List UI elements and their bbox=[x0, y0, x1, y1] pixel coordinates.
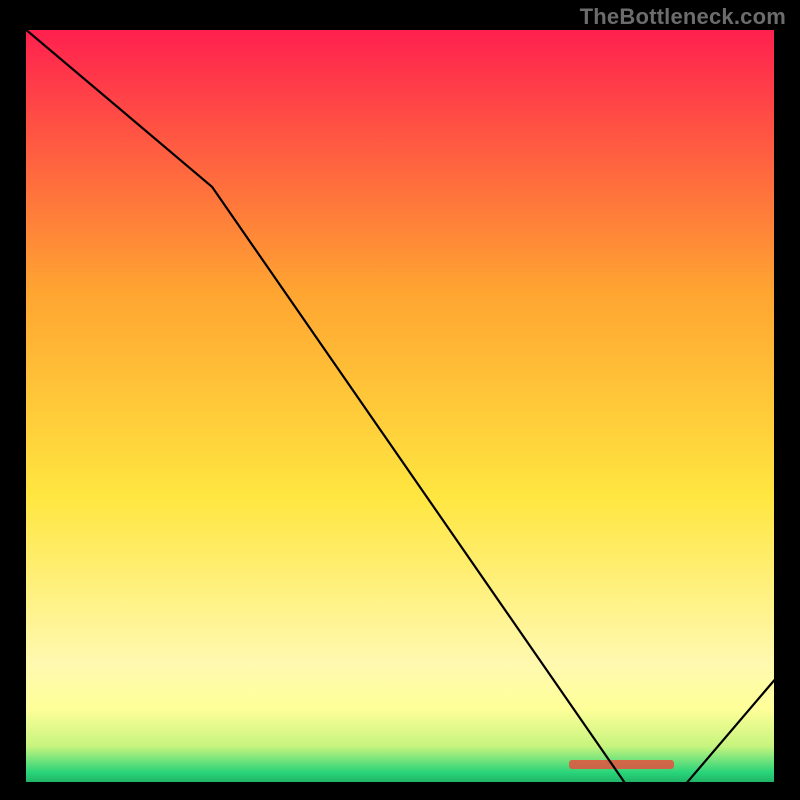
bottleneck-chart bbox=[24, 28, 776, 784]
watermark-label: TheBottleneck.com bbox=[580, 4, 786, 30]
plot-background bbox=[24, 28, 776, 784]
bottom-annotation bbox=[569, 760, 674, 769]
chart-frame: TheBottleneck.com bbox=[0, 0, 800, 800]
